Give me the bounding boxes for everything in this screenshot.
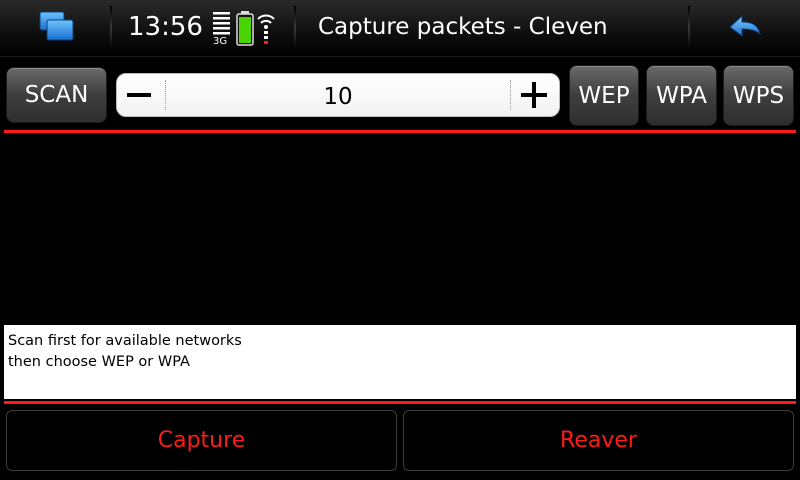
- wep-button[interactable]: WEP: [569, 65, 639, 126]
- separator-line: [4, 130, 796, 133]
- clock: 13:56: [128, 12, 203, 42]
- output-text-area[interactable]: Scan first for available networks then c…: [4, 325, 796, 399]
- output-line: Scan first for available networks: [8, 333, 242, 349]
- battery-icon: [236, 11, 254, 46]
- capture-button[interactable]: Capture: [6, 410, 397, 471]
- stepper-value-input[interactable]: [167, 74, 509, 116]
- network-type-label: 3G: [213, 36, 227, 46]
- minus-icon[interactable]: [117, 74, 165, 116]
- scan-button[interactable]: SCAN: [6, 67, 107, 123]
- signal-icon: 3G: [213, 12, 230, 46]
- wps-button[interactable]: WPS: [723, 65, 794, 126]
- wifi-icon: [257, 14, 275, 44]
- separator-line: [4, 401, 796, 404]
- network-list[interactable]: [4, 136, 796, 322]
- stepper-divider: [165, 80, 166, 110]
- status-bar: 13:56 3G Capture packets - Cleven: [0, 0, 800, 57]
- status-divider: [688, 6, 690, 50]
- status-divider: [110, 6, 112, 50]
- task-switcher-icon[interactable]: [30, 8, 80, 48]
- plus-icon[interactable]: [511, 74, 559, 116]
- back-arrow-icon[interactable]: [720, 10, 770, 46]
- page-title: Capture packets - Cleven: [318, 14, 608, 40]
- status-divider: [294, 6, 296, 50]
- interval-stepper: [116, 73, 560, 117]
- wpa-button[interactable]: WPA: [646, 65, 717, 126]
- output-line: then choose WEP or WPA: [8, 354, 190, 370]
- reaver-button[interactable]: Reaver: [403, 410, 794, 471]
